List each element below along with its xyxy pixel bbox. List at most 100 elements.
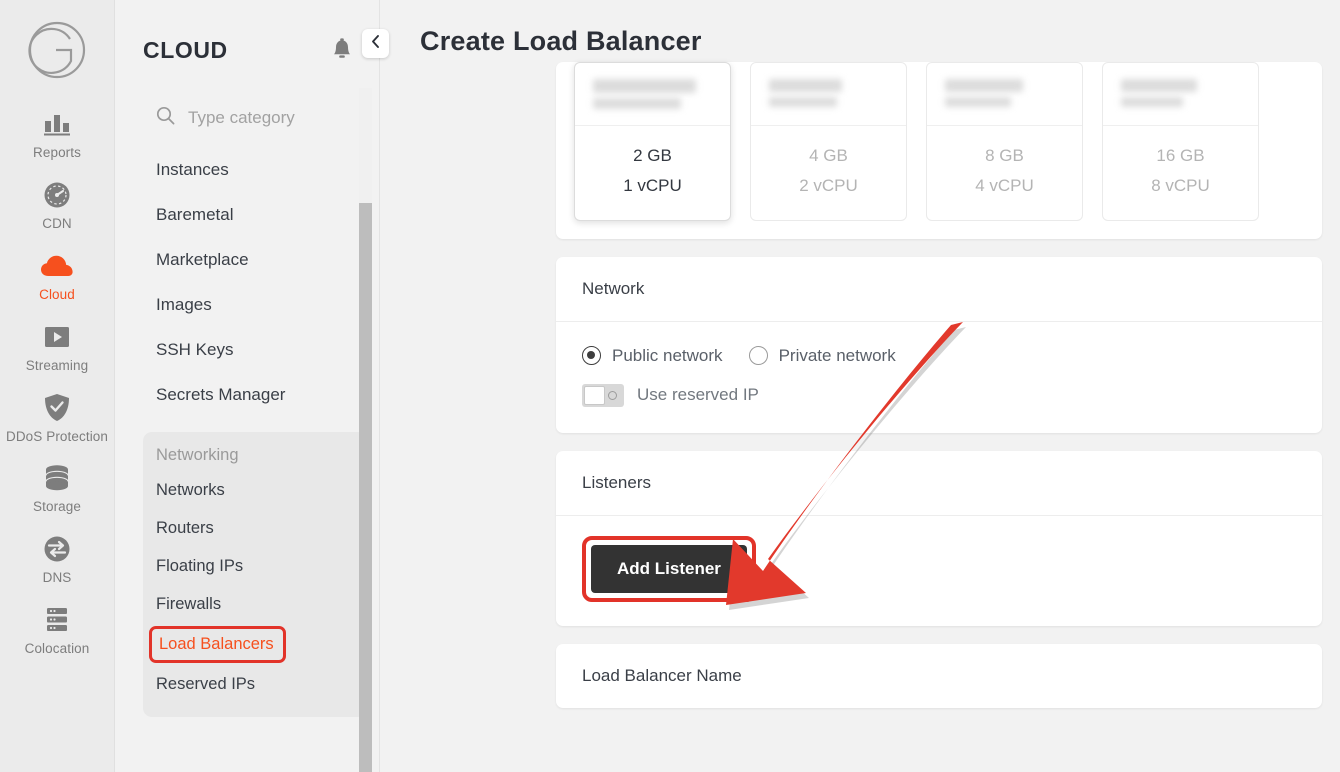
search-row (115, 88, 379, 148)
network-type-radio-group: Public network Private network (582, 346, 1296, 366)
radio-indicator (748, 346, 768, 365)
rail-item-colocation[interactable]: Colocation (0, 596, 115, 667)
bar-chart-icon (43, 109, 71, 139)
flavor-cpu: 4 vCPU (975, 175, 1034, 195)
rail-item-cdn[interactable]: CDN (0, 171, 115, 242)
rail-item-label: CDN (42, 215, 72, 231)
sidebar-scrollbar[interactable] (359, 88, 372, 772)
sidebar-item-load-balancers[interactable]: Load Balancers (149, 625, 286, 663)
play-video-icon (43, 322, 71, 352)
rail-item-label: Reports (33, 145, 81, 160)
rail-item-label: Colocation (24, 641, 90, 657)
radio-private-network[interactable]: Private network (748, 345, 896, 366)
use-reserved-ip-label: Use reserved IP (637, 385, 759, 404)
flavor-ram: 8 GB (985, 146, 1024, 165)
cloud-icon (40, 251, 74, 281)
flavor-specs: 8 GB 4 vCPU (927, 126, 1082, 220)
flavor-option-2gb[interactable]: 2 GB 1 vCPU (574, 62, 731, 221)
listeners-card: Listeners Add Listener (556, 450, 1322, 626)
sidebar-header: CLOUD (115, 0, 379, 72)
radio-public-network[interactable]: Public network (582, 346, 723, 366)
form-scroll-area: 2 GB 1 vCPU 4 GB 2 vCPU 8 GB 4 vCPU 16 G… (380, 62, 1340, 772)
use-reserved-ip-toggle[interactable] (582, 383, 624, 407)
add-listener-highlight-box: Add Listener (582, 535, 756, 602)
rail-item-reports[interactable]: Reports (0, 100, 115, 171)
load-balancer-name-title: Load Balancer Name (582, 665, 742, 685)
sidebar-item-baremetal[interactable]: Baremetal (115, 193, 379, 238)
flavor-cpu: 1 vCPU (623, 175, 682, 195)
rail-item-label: Cloud (39, 286, 75, 302)
sidebar-item-reserved-ips[interactable]: Reserved IPs (143, 665, 366, 703)
rail-item-dns[interactable]: DNS (0, 525, 115, 596)
scrollbar-thumb[interactable] (359, 203, 372, 772)
flavor-ram: 4 GB (809, 146, 848, 165)
search-icon (156, 106, 175, 130)
sidebar-item-marketplace[interactable]: Marketplace (115, 238, 379, 283)
server-rack-icon (43, 605, 71, 635)
flavor-ram: 2 GB (633, 146, 672, 165)
page-title: Create Load Balancer (420, 26, 702, 56)
flavor-price-redacted (927, 63, 1082, 126)
search-input[interactable] (188, 108, 348, 128)
listeners-card-title: Listeners (556, 451, 1322, 516)
rail-item-cloud[interactable]: Cloud (0, 242, 115, 313)
main-content: Create Load Balancer 2 GB 1 vCPU 4 GB 2 … (380, 0, 1340, 772)
sidebar-item-ssh-keys[interactable]: SSH Keys (115, 328, 379, 373)
sidebar-item-firewalls[interactable]: Firewalls (143, 585, 366, 623)
dns-sync-icon (43, 534, 71, 564)
database-icon (43, 463, 71, 493)
g-logo-icon[interactable] (25, 18, 89, 82)
flavor-list: 2 GB 1 vCPU 4 GB 2 vCPU 8 GB 4 vCPU 16 G… (556, 62, 1322, 239)
network-card-title: Network (556, 257, 1322, 322)
category-scroll-area: Instances Baremetal Marketplace Images S… (115, 88, 379, 772)
rail-item-ddos-protection[interactable]: DDoS Protection (0, 384, 115, 455)
sidebar-item-networks[interactable]: Networks (143, 471, 366, 509)
flavor-specs: 2 GB 1 vCPU (575, 126, 730, 220)
flavor-price-redacted (751, 63, 906, 126)
rail-item-label: Streaming (25, 357, 89, 373)
rail-item-streaming[interactable]: Streaming (0, 313, 115, 384)
sidebar-item-images[interactable]: Images (115, 283, 379, 328)
rail-item-label: DDoS Protection (5, 428, 109, 444)
sidebar-item-floating-ips[interactable]: Floating IPs (143, 547, 366, 585)
rail-item-label: DNS (42, 570, 72, 586)
toggle-off-indicator-icon (608, 390, 617, 400)
flavor-cpu: 2 vCPU (799, 175, 858, 195)
speedometer-icon (43, 180, 71, 210)
sidebar-title: CLOUD (143, 36, 228, 63)
flavor-cpu: 8 vCPU (1151, 175, 1210, 195)
network-card: Network Public network Private network U… (556, 256, 1322, 433)
shield-check-icon (44, 393, 70, 423)
flavor-specs: 4 GB 2 vCPU (751, 126, 906, 220)
sidebar-item-instances[interactable]: Instances (115, 148, 379, 193)
chevron-left-icon (369, 34, 382, 54)
sidebar-group-networking: Networking Networks Routers Floating IPs… (143, 431, 366, 718)
sidebar-item-secrets-manager[interactable]: Secrets Manager (115, 373, 379, 418)
flavor-specs: 16 GB 8 vCPU (1103, 126, 1258, 220)
flavor-price-redacted (575, 63, 730, 126)
rail-item-label: Storage (33, 499, 81, 515)
listeners-card-body: Add Listener (556, 516, 1322, 626)
bell-icon[interactable] (331, 38, 353, 62)
product-rail: Reports CDN Cloud Streaming DDoS Protect… (0, 0, 115, 772)
flavor-option-16gb[interactable]: 16 GB 8 vCPU (1102, 62, 1259, 221)
app-root: Reports CDN Cloud Streaming DDoS Protect… (0, 0, 1340, 772)
sidebar-group-title: Networking (156, 445, 239, 464)
flavor-option-4gb[interactable]: 4 GB 2 vCPU (750, 62, 907, 221)
category-sidebar: CLOUD Instances Bareme (115, 0, 380, 772)
radio-label: Public network (612, 345, 723, 365)
sidebar-collapse-button[interactable] (362, 29, 389, 58)
radio-label: Private network (778, 345, 896, 365)
sidebar-item-routers[interactable]: Routers (143, 509, 366, 547)
flavor-option-8gb[interactable]: 8 GB 4 vCPU (926, 62, 1083, 221)
use-reserved-ip-row: Use reserved IP (582, 383, 1296, 407)
flavor-ram: 16 GB (1156, 146, 1205, 165)
flavor-card: 2 GB 1 vCPU 4 GB 2 vCPU 8 GB 4 vCPU 16 G… (556, 62, 1322, 239)
add-listener-button[interactable]: Add Listener (591, 544, 747, 593)
rail-item-storage[interactable]: Storage (0, 454, 115, 525)
radio-indicator (582, 346, 601, 365)
flavor-price-redacted (1103, 63, 1258, 126)
load-balancer-name-card: Load Balancer Name (556, 643, 1322, 708)
toggle-knob (584, 385, 605, 405)
network-card-body: Public network Private network Use reser… (556, 322, 1322, 433)
